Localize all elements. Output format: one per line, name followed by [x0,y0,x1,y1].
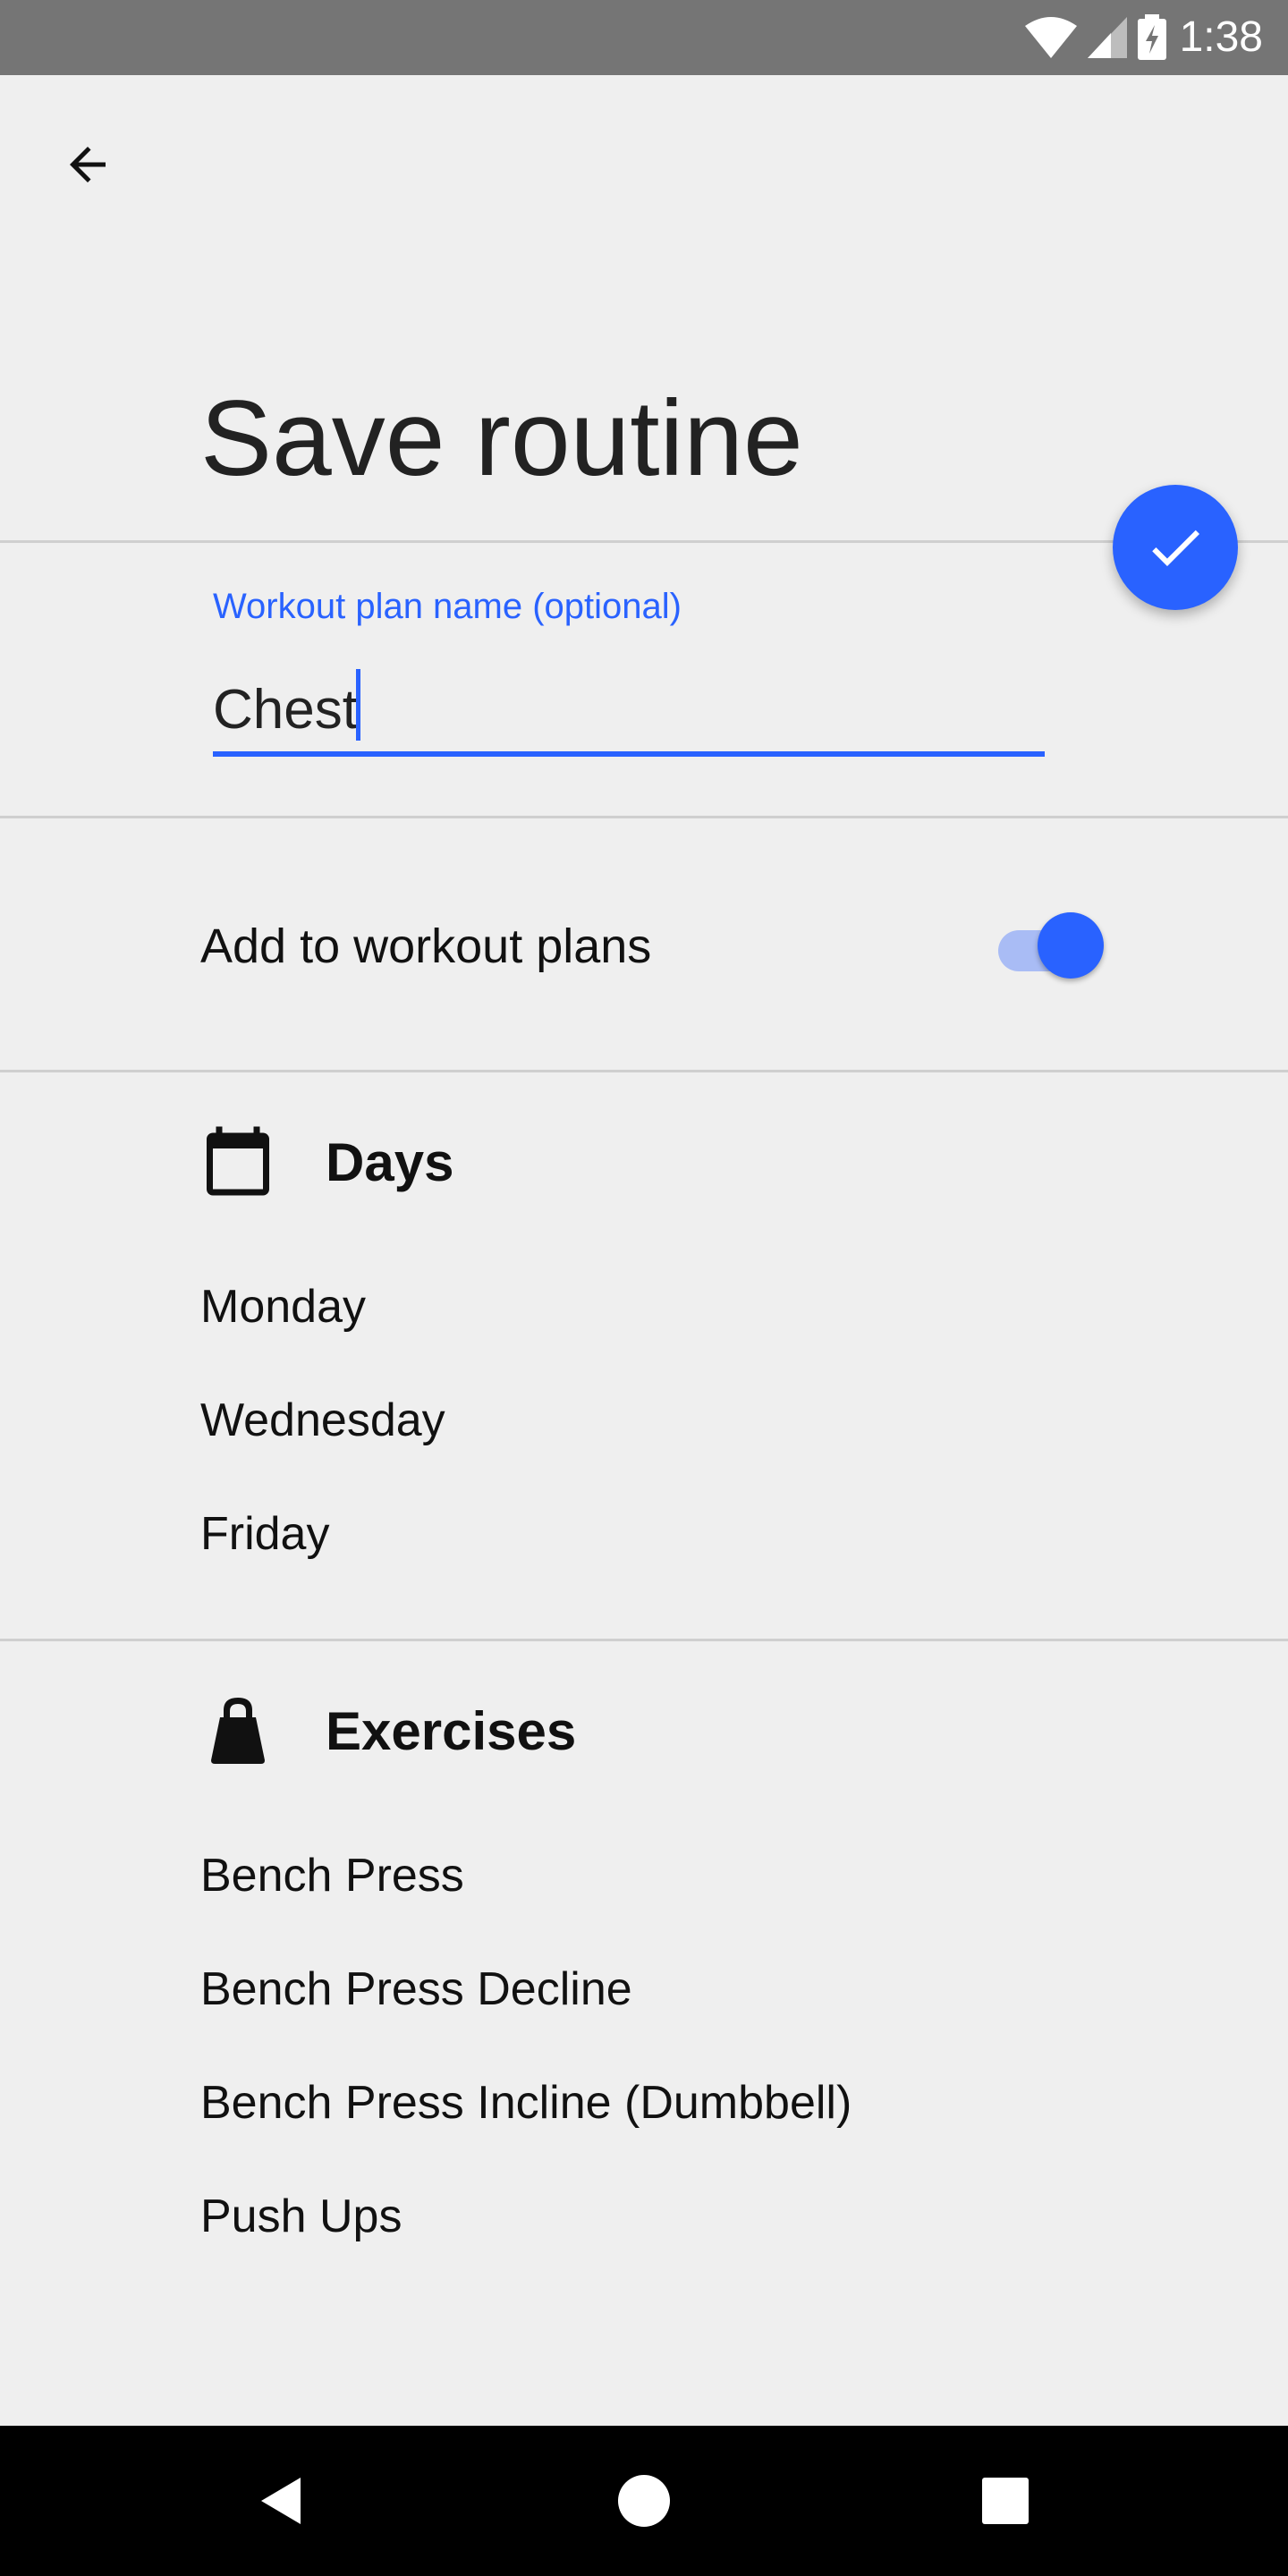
day-item-friday: Friday [200,1508,330,1560]
battery-icon [1138,14,1166,60]
nav-recents-icon [982,2478,1029,2524]
wifi-icon [1025,17,1077,58]
status-time: 1:38 [1179,13,1263,61]
divider [0,816,1288,818]
check-icon [1152,530,1199,566]
back-button[interactable] [45,122,131,208]
exercise-item: Bench Press [200,1850,464,1902]
toggle-thumb [1038,912,1104,979]
day-item-monday: Monday [200,1281,366,1333]
divider [0,540,1288,543]
text-cursor [356,669,360,741]
status-icons [1023,13,1168,63]
add-to-workout-plans-label: Add to workout plans [200,919,652,973]
workout-plan-name-label: Workout plan name (optional) [213,587,682,626]
divider [0,1639,1288,1641]
cell-signal-icon [1088,17,1127,58]
exercise-item: Bench Press Decline [200,1963,632,2015]
exercises-title: Exercises [326,1701,577,1761]
nav-back-icon [261,2478,301,2524]
nav-back-button[interactable] [238,2456,327,2546]
exercise-item: Bench Press Incline (Dumbbell) [200,2077,852,2129]
status-bar: 1:38 [0,0,1288,75]
kettlebell-icon [200,1692,275,1767]
page-title: Save routine [200,378,803,498]
exercise-item: Push Ups [200,2190,402,2242]
save-fab-button[interactable] [1113,485,1238,610]
calendar-icon [200,1123,275,1199]
nav-home-button[interactable] [599,2456,689,2546]
system-nav-bar [0,2426,1288,2576]
nav-home-icon [618,2475,670,2527]
nav-recents-button[interactable] [961,2456,1050,2546]
days-title: Days [326,1132,454,1192]
divider [0,1070,1288,1072]
input-underline [213,751,1045,757]
workout-plan-name-input[interactable] [213,665,1043,753]
day-item-wednesday: Wednesday [200,1394,445,1446]
add-to-workout-plans-toggle[interactable] [995,912,1106,980]
arrow-back-icon [70,147,106,182]
